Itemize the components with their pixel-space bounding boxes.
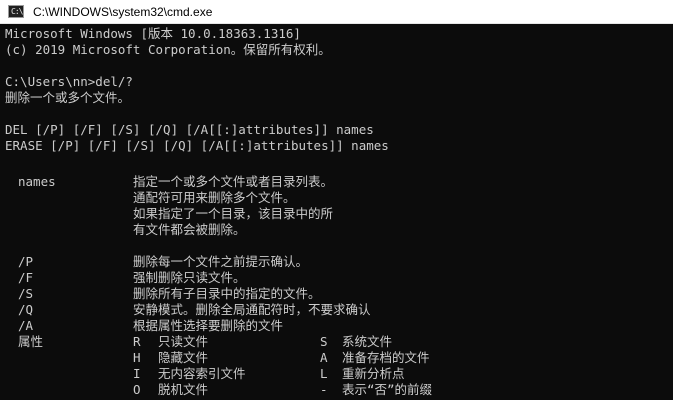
cmd-window: C:\ C:\WINDOWS\system32\cmd.exe Microsof…: [0, 0, 673, 400]
switch-desc: 删除每一个文件之前提示确认。: [133, 254, 309, 269]
cmd-icon[interactable]: C:\: [8, 5, 24, 18]
syntax-erase: ERASE [/P] [/F] [/S] [/Q] [/A[[:]attribu…: [5, 138, 389, 153]
names-desc-line: 指定一个或多个文件或者目录列表。: [133, 174, 334, 189]
param-names: names: [18, 174, 56, 189]
attr-desc: 重新分析点: [342, 366, 405, 381]
switch-desc: 删除所有子目录中的指定的文件。: [133, 286, 321, 301]
names-desc-line: 有文件都会被删除。: [133, 222, 246, 237]
switch-desc: 根据属性选择要删除的文件: [133, 318, 284, 333]
attr-code: A: [320, 350, 328, 365]
attr-code: H: [133, 350, 141, 365]
attr-desc: 表示“否”的前缀: [342, 382, 433, 397]
attr-code: L: [320, 366, 328, 381]
attr-desc: 脱机文件: [158, 382, 209, 397]
attr-desc: 无内容索引文件: [158, 366, 246, 381]
attr-code: R: [133, 334, 141, 349]
switch-flag: /P: [18, 254, 34, 269]
attr-code: O: [133, 382, 141, 397]
syntax-del: DEL [/P] [/F] [/S] [/Q] [/A[[:]attribute…: [5, 122, 374, 137]
switch-flag: /Q: [18, 302, 34, 317]
attr-desc: 准备存档的文件: [342, 350, 430, 365]
names-desc-line: 通配符可用来删除多个文件。: [133, 190, 296, 205]
switch-flag: /A: [18, 318, 34, 333]
switch-flag: /F: [18, 270, 34, 285]
switch-desc: 安静模式。删除全局通配符时，不要求确认: [133, 302, 371, 317]
command-prompt-line: C:\Users\nn>del/?: [5, 74, 133, 89]
version-line: Microsoft Windows [版本 10.0.18363.1316]: [5, 26, 301, 41]
copyright-line: (c) 2019 Microsoft Corporation。保留所有权利。: [5, 42, 331, 57]
cmd-icon-glyph: C:\: [11, 7, 23, 16]
command-description: 删除一个或多个文件。: [5, 90, 131, 105]
console-output[interactable]: Microsoft Windows [版本 10.0.18363.1316] (…: [0, 24, 673, 400]
title-bar[interactable]: C:\ C:\WINDOWS\system32\cmd.exe: [0, 0, 673, 24]
attr-desc: 隐藏文件: [158, 350, 209, 365]
attr-desc: 只读文件: [158, 334, 209, 349]
attributes-label: 属性: [18, 334, 44, 349]
switch-desc: 强制删除只读文件。: [133, 270, 246, 285]
attr-code: I: [133, 366, 141, 381]
switch-flag: /S: [18, 286, 34, 301]
attr-desc: 系统文件: [342, 334, 393, 349]
names-desc-line: 如果指定了一个目录，该目录中的所: [133, 206, 334, 221]
attr-code: -: [320, 382, 328, 397]
attr-code: S: [320, 334, 328, 349]
window-title: C:\WINDOWS\system32\cmd.exe: [33, 5, 213, 19]
